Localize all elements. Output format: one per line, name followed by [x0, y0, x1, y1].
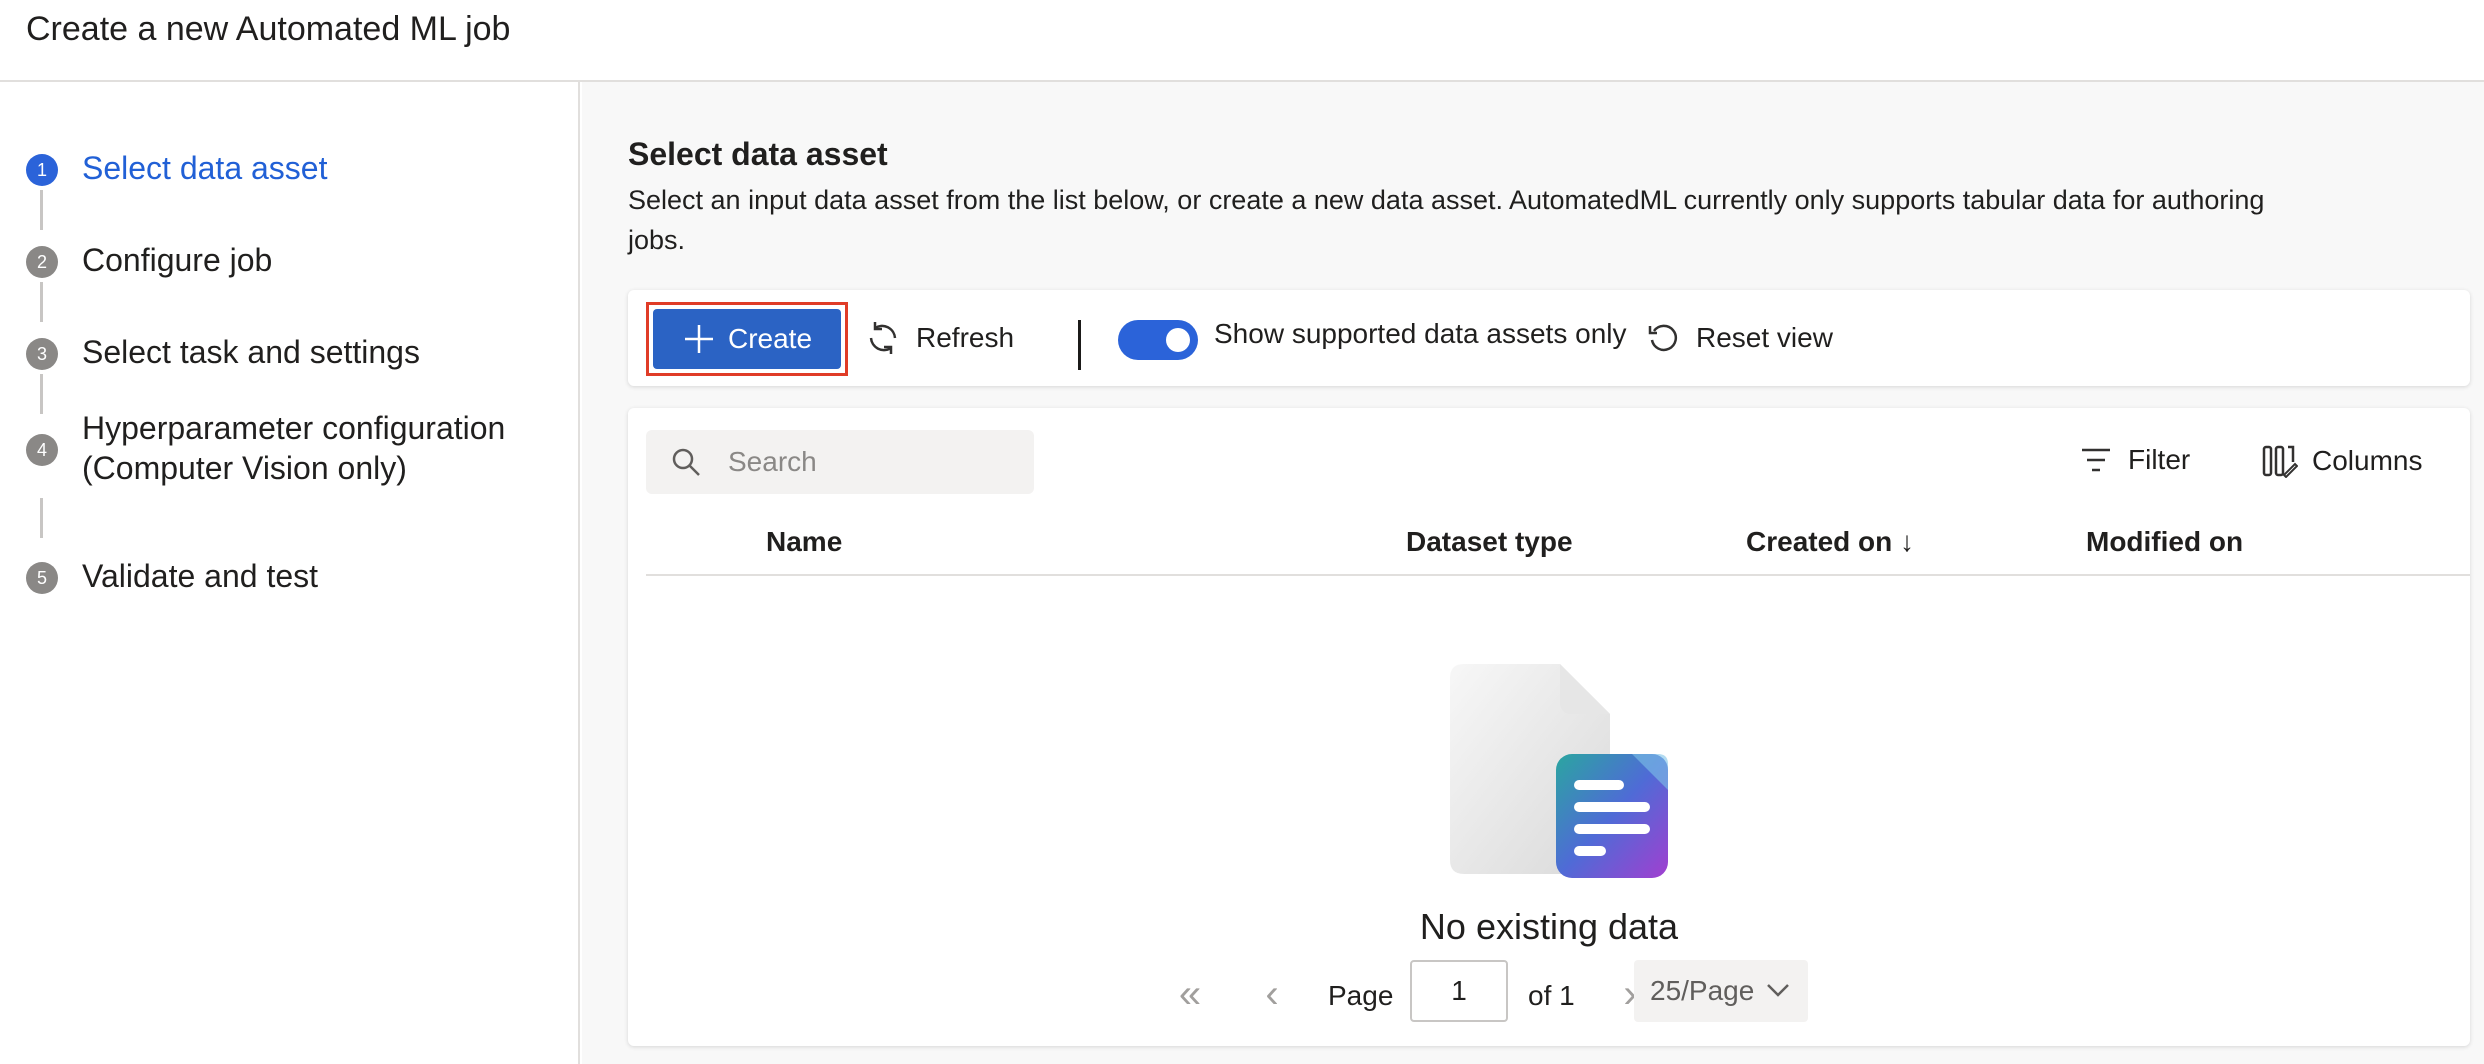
step-label: Validate and test	[82, 558, 319, 594]
wizard-steps-sidebar: 1 Select data asset 2 Configure job 3 Se…	[0, 82, 580, 1064]
search-icon	[672, 448, 700, 476]
main-content: Select data asset Select an input data a…	[582, 82, 2484, 1064]
toolbar-divider	[1078, 320, 1081, 370]
section-description: Select an input data asset from the list…	[628, 185, 2265, 255]
table-header-row: Name Dataset type Created on ↓ Modified …	[646, 516, 2470, 576]
step-connector	[40, 282, 43, 322]
column-header-modified-on[interactable]: Modified on	[2086, 526, 2243, 558]
first-page-icon[interactable]: «	[1170, 974, 1210, 1014]
page-size-value: 25/Page	[1650, 975, 1755, 1006]
step-number-badge: 2	[26, 246, 58, 278]
filter-button-label: Filter	[2128, 444, 2191, 475]
step-label: Select task and settings	[82, 334, 420, 370]
refresh-icon	[869, 322, 897, 354]
step-label: Configure job	[82, 242, 273, 278]
columns-button[interactable]: Columns	[2262, 444, 2422, 478]
empty-document-illustration	[1450, 664, 1668, 878]
step-connector	[40, 374, 43, 414]
search-placeholder: Search	[728, 446, 817, 477]
reset-view-button-label: Reset view	[1696, 322, 1833, 353]
plus-icon	[684, 325, 713, 353]
filter-icon	[2082, 448, 2110, 472]
step-label: Select data asset	[82, 150, 328, 186]
empty-state-message: No existing data	[1419, 906, 1679, 947]
toggle-knob	[1166, 328, 1190, 352]
page-title: Create a new Automated ML job	[26, 10, 511, 48]
columns-icon	[2262, 445, 2298, 478]
page-number-input[interactable]: 1	[1410, 960, 1508, 1022]
step-number-badge: 5	[26, 562, 58, 594]
reset-view-button[interactable]: Reset view	[1646, 316, 1833, 360]
previous-page-icon[interactable]: ‹	[1252, 974, 1292, 1014]
create-button[interactable]: Create	[653, 309, 841, 369]
step-connector	[40, 498, 43, 538]
column-header-name[interactable]: Name	[766, 526, 842, 558]
step-label-line2: (Computer Vision only)	[82, 450, 407, 486]
show-supported-toggle[interactable]	[1118, 320, 1198, 360]
step-number-badge: 1	[26, 154, 58, 186]
column-header-created-on[interactable]: Created on ↓	[1746, 526, 1914, 558]
step-number-badge: 4	[26, 434, 58, 466]
page-size-dropdown[interactable]: 25/Page	[1634, 960, 1808, 1022]
search-input[interactable]: Search	[646, 430, 1034, 494]
step-number-badge: 3	[26, 338, 58, 370]
column-header-dataset-type[interactable]: Dataset type	[1406, 526, 1573, 558]
reset-icon	[1648, 324, 1678, 352]
create-button-highlight: Create	[646, 302, 848, 376]
page-label: Page	[1328, 980, 1394, 1011]
pagination: « ‹ Page 1 of 1 › » 25/Page	[628, 960, 2470, 1028]
filter-button[interactable]: Filter	[2080, 444, 2190, 476]
page-header: Create a new Automated ML job	[0, 0, 2484, 82]
section-title: Select data asset	[628, 136, 888, 172]
page-count-label: of 1	[1528, 980, 1575, 1011]
refresh-button[interactable]: Refresh	[866, 316, 1014, 360]
chevron-down-icon	[1767, 984, 1789, 997]
create-button-label: Create	[727, 323, 813, 354]
show-supported-toggle-label: Show supported data assets only	[1214, 318, 1627, 349]
refresh-button-label: Refresh	[916, 322, 1015, 353]
columns-button-label: Columns	[2312, 445, 2423, 476]
step-connector	[40, 190, 43, 230]
step-label-line1: Hyperparameter configuration	[82, 410, 506, 446]
data-asset-list-panel: Search Filter Columns Name Dataset type …	[628, 408, 2470, 1046]
command-bar: Create Refresh Show supported data asset…	[628, 290, 2470, 386]
